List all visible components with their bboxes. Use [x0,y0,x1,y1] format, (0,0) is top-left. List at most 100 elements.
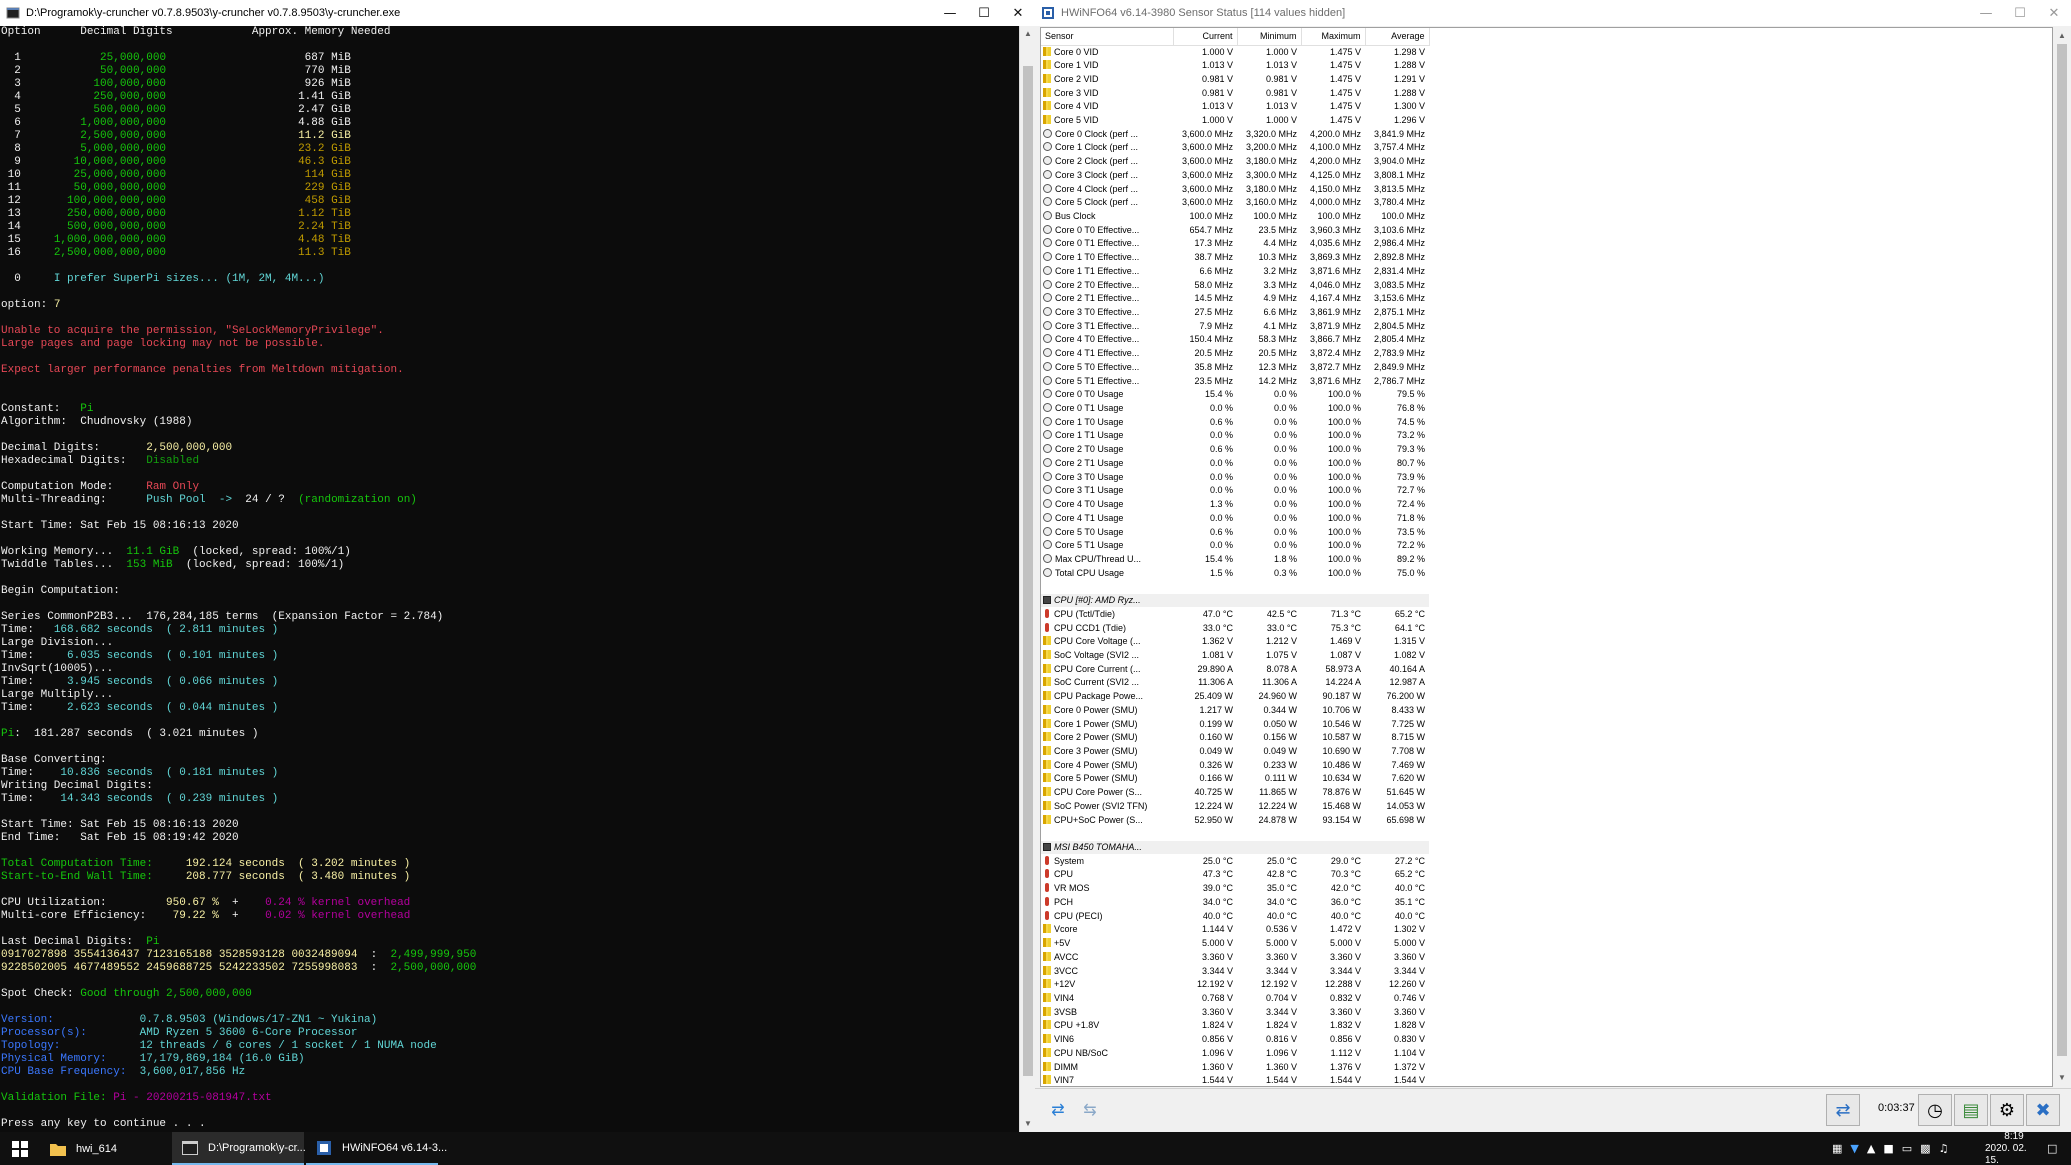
column-header-maximum[interactable]: Maximum [1301,28,1366,46]
sensor-row[interactable]: CPU Package Powe... 25.409 W 24.960 W 90.18… [1041,690,1429,704]
sensor-row[interactable]: Total CPU Usage 1.5 % 0.3 % 100.0 % 75.0 % [1041,566,1429,580]
sensor-row[interactable]: Core 1 VID 1.013 V 1.013 V 1.475 V 1.288 V [1041,59,1429,73]
sensor-group-row[interactable]: CPU [#0]: AMD Ryz... [1041,593,1429,608]
console-scrollbar[interactable]: ▲ ▼ [1019,26,1035,1132]
sensor-row[interactable]: Core 5 T1 Effective... 23.5 MHz 14.2 MHz 3,… [1041,374,1429,388]
sensor-row[interactable]: Core 2 T0 Effective... 58.0 MHz 3.3 MHz 4,0… [1041,278,1429,292]
sensor-row[interactable]: Core 0 T1 Effective... 17.3 MHz 4.4 MHz 4,0… [1041,237,1429,251]
sensor-row[interactable]: Core 0 T0 Usage 15.4 % 0.0 % 100.0 % 79.5 % [1041,388,1429,402]
sensor-row[interactable]: Core 3 Clock (perf ... 3,600.0 MHz 3,300.0… [1041,168,1429,182]
sensor-row[interactable]: Bus Clock 100.0 MHz 100.0 MHz 100.0 MHz 100.… [1041,210,1429,224]
sensor-row[interactable]: Core 0 VID 1.000 V 1.000 V 1.475 V 1.298 V [1041,45,1429,59]
scroll-up-arrow-icon[interactable]: ▲ [2054,28,2070,44]
sensor-row[interactable]: 3VSB 3.360 V 3.344 V 3.360 V 3.360 V [1041,1005,1429,1019]
taskbar-item-hwinfo[interactable]: HWiNFO64 v6.14-3... [306,1132,447,1165]
sensor-row[interactable]: Core 1 T1 Effective... 6.6 MHz 3.2 MHz 3,87… [1041,265,1429,279]
reset-sensors-button[interactable]: ⇄ [1826,1094,1860,1126]
sensor-row[interactable]: Core 0 Power (SMU) 1.217 W 0.344 W 10.706 W… [1041,704,1429,718]
sensor-row[interactable]: CPU (Tctl/Tdie) 47.0 °C 42.5 °C 71.3 °C 65.2… [1041,607,1429,621]
clock-button[interactable]: ◷ [1918,1094,1952,1126]
sensor-row[interactable]: Core 0 T0 Effective... 654.7 MHz 23.5 MHz 3… [1041,223,1429,237]
sensor-row[interactable]: SoC Power (SVI2 TFN) 12.224 W 12.224 W 15.4… [1041,800,1429,814]
close-button[interactable]: ✕ [1001,0,1035,26]
sensor-row[interactable]: Vcore 1.144 V 0.536 V 1.472 V 1.302 V [1041,923,1429,937]
sensor-row[interactable]: AVCC 3.360 V 3.360 V 3.360 V 3.360 V [1041,950,1429,964]
sensor-row[interactable]: Core 2 T1 Effective... 14.5 MHz 4.9 MHz 4,1… [1041,292,1429,306]
sensor-row[interactable]: Core 1 T0 Usage 0.6 % 0.0 % 100.0 % 74.5 % [1041,415,1429,429]
notification-icon[interactable]: □ [2047,1132,2057,1165]
sensor-row[interactable]: Core 2 T0 Usage 0.6 % 0.0 % 100.0 % 79.3 % [1041,443,1429,457]
sensor-row[interactable]: VIN7 1.544 V 1.544 V 1.544 V 1.544 V [1041,1074,1429,1086]
scroll-down-arrow-icon[interactable]: ▼ [2054,1070,2070,1086]
sensor-row[interactable]: Core 2 VID 0.981 V 0.981 V 1.475 V 1.291 V [1041,72,1429,86]
scrollbar-thumb[interactable] [2057,44,2067,1056]
column-header-average[interactable]: Average [1365,28,1430,46]
sensor-row[interactable]: SoC Voltage (SVI2 ... 1.081 V 1.075 V 1.087… [1041,649,1429,663]
sensor-row[interactable]: Core 5 Power (SMU) 0.166 W 0.111 W 10.634 W… [1041,772,1429,786]
settings-button[interactable]: ⚙ [1990,1094,2024,1126]
battery-icon[interactable]: ▭ [1902,1142,1912,1155]
sensor-row[interactable]: Core 0 Clock (perf ... 3,600.0 MHz 3,320.0… [1041,127,1429,141]
hwinfo-titlebar[interactable]: HWiNFO64 v6.14-3980 Sensor Status [114 v… [1035,0,2071,26]
sensor-row[interactable]: Core 5 T0 Effective... 35.8 MHz 12.3 MHz 3,… [1041,361,1429,375]
sensor-row[interactable]: Core 1 Clock (perf ... 3,600.0 MHz 3,200.0… [1041,141,1429,155]
taskbar-item-folder[interactable]: hwi_614 [40,1132,170,1165]
sensor-row[interactable]: 3VCC 3.344 V 3.344 V 3.344 V 3.344 V [1041,964,1429,978]
sensor-row[interactable]: Core 3 T0 Usage 0.0 % 0.0 % 100.0 % 73.9 % [1041,470,1429,484]
sensor-row[interactable]: Core 4 Power (SMU) 0.326 W 0.233 W 10.486 W… [1041,758,1429,772]
sensor-row[interactable]: Core 3 VID 0.981 V 0.981 V 1.475 V 1.288 V [1041,86,1429,100]
sensor-row[interactable]: Core 2 Power (SMU) 0.160 W 0.156 W 10.587 W… [1041,731,1429,745]
network-icon[interactable]: ▦ [1832,1142,1842,1155]
sensor-row[interactable]: VIN4 0.768 V 0.704 V 0.832 V 0.746 V [1041,992,1429,1006]
minimize-button[interactable]: — [1969,0,2003,26]
sensor-row[interactable]: Core 2 Clock (perf ... 3,600.0 MHz 3,180.0… [1041,155,1429,169]
sensor-row[interactable]: VIN6 0.856 V 0.816 V 0.856 V 0.830 V [1041,1033,1429,1047]
sensor-row[interactable]: Core 1 T0 Effective... 38.7 MHz 10.3 MHz 3,… [1041,251,1429,265]
sensor-row[interactable]: PCH 34.0 °C 34.0 °C 36.0 °C 35.1 °C [1041,896,1429,910]
sensor-list[interactable]: Sensor Current Minimum Maximum Average C… [1040,27,2053,1087]
speaker-icon[interactable]: ♫ [1939,1142,1949,1155]
sensor-row[interactable]: Core 3 T1 Effective... 7.9 MHz 4.1 MHz 3,87… [1041,319,1429,333]
sensor-row[interactable]: CPU+SoC Power (S... 52.950 W 24.878 W 93.15… [1041,813,1429,827]
sensor-row[interactable]: Core 5 Clock (perf ... 3,600.0 MHz 3,160.0… [1041,196,1429,210]
console-titlebar[interactable]: D:\Programok\y-cruncher v0.7.8.9503\y-cr… [0,0,1035,26]
sensor-row[interactable]: Core 3 Power (SMU) 0.049 W 0.049 W 10.690 W… [1041,745,1429,759]
sensor-row[interactable]: Core 4 Clock (perf ... 3,600.0 MHz 3,180.0… [1041,182,1429,196]
sensor-row[interactable]: +5V 5.000 V 5.000 V 5.000 V 5.000 V [1041,937,1429,951]
close-sensors-button[interactable]: ✖ [2026,1094,2060,1126]
clock-area[interactable]: 8:19 2020. 02. 15. [1985,1131,2043,1165]
security-icon[interactable]: ▲ [1867,1142,1875,1155]
sensor-row[interactable]: Core 4 T0 Effective... 150.4 MHz 58.3 MHz 3… [1041,333,1429,347]
scrollbar-thumb[interactable] [1023,66,1033,1076]
sensor-row[interactable]: Core 5 T1 Usage 0.0 % 0.0 % 100.0 % 72.2 % [1041,539,1429,553]
tray-app-icon[interactable]: ■ [1883,1142,1893,1155]
sensor-row[interactable]: Core 2 T1 Usage 0.0 % 0.0 % 100.0 % 80.7 % [1041,457,1429,471]
navigate-arrows-icon[interactable]: ⇄ [1043,1096,1073,1124]
sensor-row[interactable]: Core 1 T1 Usage 0.0 % 0.0 % 100.0 % 73.2 % [1041,429,1429,443]
sensor-row[interactable]: Core 4 VID 1.013 V 1.013 V 1.475 V 1.300 V [1041,100,1429,114]
taskbar-item-console[interactable]: D:\Programok\y-cr... [172,1132,306,1165]
sensor-row[interactable]: CPU Core Power (S... 40.725 W 11.865 W 78.8… [1041,786,1429,800]
sensor-row[interactable]: CPU CCD1 (Tdie) 33.0 °C 33.0 °C 75.3 °C 64.1… [1041,621,1429,635]
sensor-row[interactable]: Core 5 T0 Usage 0.6 % 0.0 % 100.0 % 73.5 % [1041,525,1429,539]
sensor-row[interactable]: Core 3 T1 Usage 0.0 % 0.0 % 100.0 % 72.7 % [1041,484,1429,498]
bluetooth-icon[interactable]: ▼ [1850,1142,1858,1155]
sensor-row[interactable]: CPU NB/SoC 1.096 V 1.096 V 1.112 V 1.104 V [1041,1046,1429,1060]
sensor-row[interactable]: DIMM 1.360 V 1.360 V 1.376 V 1.372 V [1041,1060,1429,1074]
log-button[interactable]: ▤ [1954,1094,1988,1126]
sensor-group-row[interactable]: MSI B450 TOMAHA... [1041,840,1429,855]
sensor-row[interactable]: +12V 12.192 V 12.192 V 12.288 V 12.260 V [1041,978,1429,992]
sensor-row[interactable]: Core 0 T1 Usage 0.0 % 0.0 % 100.0 % 76.8 % [1041,402,1429,416]
sensor-row[interactable]: CPU 47.3 °C 42.8 °C 70.3 °C 65.2 °C [1041,868,1429,882]
close-button[interactable]: ✕ [2037,0,2071,26]
column-header-minimum[interactable]: Minimum [1237,28,1302,46]
column-header-current[interactable]: Current [1173,28,1238,46]
column-header-sensor[interactable]: Sensor [1041,28,1174,46]
sensor-row[interactable]: CPU Core Current (... 29.890 A 8.078 A 58.9… [1041,662,1429,676]
sensor-row[interactable]: CPU +1.8V 1.824 V 1.824 V 1.832 V 1.828 V [1041,1019,1429,1033]
scroll-up-arrow-icon[interactable]: ▲ [1020,26,1035,42]
sensor-list-scrollbar[interactable]: ▲ ▼ [2054,28,2070,1086]
sensor-row[interactable]: CPU Core Voltage (... 1.362 V 1.212 V 1.469… [1041,635,1429,649]
sensor-row[interactable]: System 25.0 °C 25.0 °C 29.0 °C 27.2 °C [1041,854,1429,868]
sensor-row[interactable]: CPU (PECI) 40.0 °C 40.0 °C 40.0 °C 40.0 °C [1041,909,1429,923]
